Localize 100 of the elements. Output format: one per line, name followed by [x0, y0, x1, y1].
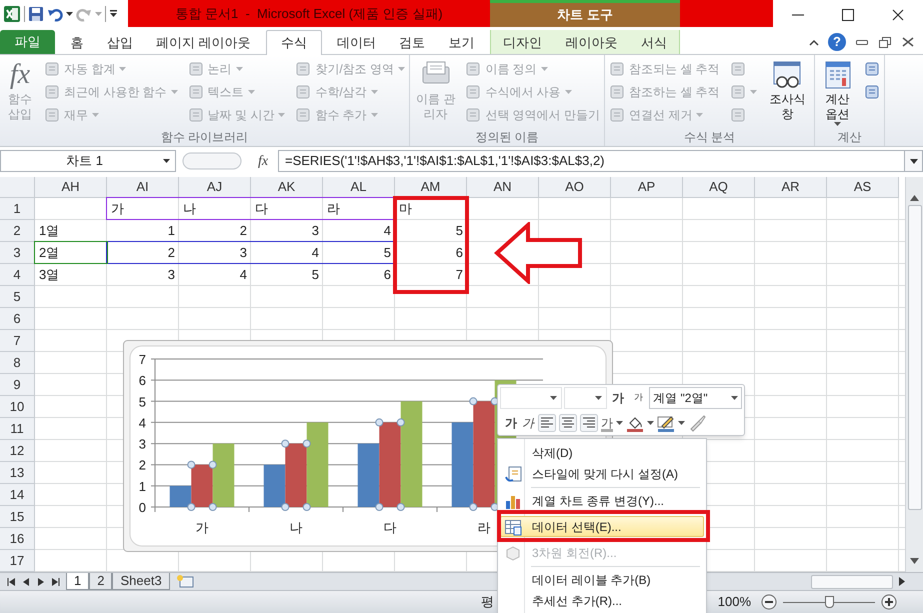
column-header[interactable]: AS	[827, 177, 899, 198]
close-icon[interactable]	[890, 7, 906, 23]
row-header[interactable]: 4	[0, 264, 35, 286]
restore-icon[interactable]	[878, 36, 892, 48]
customize-icon[interactable]	[109, 8, 118, 18]
splitter-handle-icon	[182, 152, 242, 170]
font-size-field[interactable]	[564, 386, 607, 408]
row-header[interactable]: 5	[0, 286, 35, 308]
row-header[interactable]: 8	[0, 352, 35, 374]
previous-sheet-icon[interactable]	[22, 578, 30, 586]
help-button[interactable]: ?	[828, 33, 846, 51]
column-header[interactable]: AH	[35, 177, 107, 198]
bold-button[interactable]: 가	[504, 414, 518, 432]
row-header[interactable]: 12	[0, 440, 35, 462]
collapse-ribbon-icon[interactable]	[809, 38, 819, 46]
last-sheet-icon[interactable]	[50, 578, 60, 586]
menu-item[interactable]: 스타일에 맞게 다시 설정(A)	[500, 463, 704, 484]
brush-icon[interactable]	[688, 414, 706, 432]
next-sheet-icon[interactable]	[36, 578, 44, 586]
series-selector[interactable]: 계열 "2열"	[649, 386, 742, 408]
zoom-out-icon[interactable]	[761, 594, 777, 610]
sheet-tab[interactable]: 1	[66, 573, 90, 590]
zoom-slider[interactable]	[783, 596, 875, 608]
vertical-scrollbar[interactable]	[905, 177, 923, 572]
formula-field[interactable]: =SERIES('1'!$AH$3,'1'!$AI$1:$AL$1,'1'!$AI$3:$AL$3,2)	[278, 150, 905, 172]
row-header[interactable]: 13	[0, 462, 35, 484]
axis-category-label: 다	[384, 520, 396, 535]
ribbon-tab[interactable]: 수식	[266, 30, 322, 55]
file-tab[interactable]: 파일	[0, 30, 55, 54]
row-header[interactable]: 16	[0, 528, 35, 550]
ribbon-tab[interactable]: 서식	[633, 31, 676, 54]
row-header[interactable]: 3	[0, 242, 35, 264]
grow-font-button[interactable]: 가	[608, 388, 628, 406]
menu-item[interactable]: 계열 차트 종류 변경(Y)...	[500, 490, 704, 511]
column-header[interactable]: AJ	[179, 177, 251, 198]
font-name-field[interactable]	[500, 386, 562, 408]
row-header[interactable]: 2	[0, 220, 35, 242]
row-header[interactable]: 14	[0, 484, 35, 506]
column-header[interactable]: AR	[755, 177, 827, 198]
italic-button[interactable]: 가	[521, 414, 535, 432]
ribbon-tab[interactable]: 보기	[440, 31, 482, 54]
context-tab-group-label: 차트 도구	[490, 0, 680, 27]
row-header[interactable]: 11	[0, 418, 35, 440]
menu-item[interactable]: 데이터 선택(E)...	[500, 516, 704, 537]
row-header[interactable]: 7	[0, 330, 35, 352]
caret-icon	[92, 113, 99, 117]
column-header[interactable]: AM	[395, 177, 467, 198]
table-cell: 2열	[39, 244, 60, 261]
minimize-icon[interactable]	[855, 37, 869, 47]
align-right-icon[interactable]	[580, 414, 598, 432]
column-header[interactable]: AO	[539, 177, 611, 198]
row-header[interactable]: 9	[0, 374, 35, 396]
row-header[interactable]: 1	[0, 198, 35, 220]
align-left-icon[interactable]	[538, 414, 556, 432]
table-cell: 3열	[39, 266, 60, 283]
scroll-right-icon[interactable]	[899, 577, 905, 586]
square-icon	[44, 61, 60, 77]
column-header[interactable]: AN	[467, 177, 539, 198]
maximize-icon[interactable]	[840, 7, 856, 23]
ribbon-tab[interactable]: 데이터	[328, 31, 384, 54]
ribbon-tab[interactable]: 페이지 레이아웃	[148, 31, 259, 54]
slider-thumb[interactable]	[825, 596, 834, 608]
first-sheet-icon[interactable]	[6, 578, 16, 586]
scroll-thumb[interactable]	[908, 205, 922, 510]
pen-icon[interactable]	[657, 414, 675, 432]
close-icon[interactable]	[901, 36, 915, 48]
menu-item[interactable]: 삭제(D)	[500, 442, 704, 463]
square-icon	[465, 61, 482, 77]
ribbon-large-command[interactable]: 계산 옵션	[819, 58, 856, 126]
row-header[interactable]: 17	[0, 550, 35, 572]
column-header[interactable]: AP	[611, 177, 683, 198]
ribbon-tab[interactable]: 삽입	[98, 31, 141, 54]
font-color-button[interactable]: 가	[601, 414, 623, 432]
ribbon-large-command[interactable]: 조사식 창	[764, 58, 810, 122]
ribbon-tab[interactable]: 디자인	[494, 31, 550, 54]
name-box[interactable]: 차트 1	[0, 150, 176, 172]
ribbon-tab[interactable]: 홈	[62, 31, 92, 54]
insert-function-button[interactable]: fx	[248, 150, 278, 172]
column-header[interactable]: AI	[107, 177, 179, 198]
menu-item[interactable]: 데이터 레이블 추가(B)	[500, 569, 704, 590]
sheet-tab[interactable]: Sheet3	[112, 573, 170, 590]
square-icon	[44, 84, 60, 100]
axis-tick-label: 0	[138, 500, 146, 515]
row-header[interactable]: 15	[0, 506, 35, 528]
align-center-icon[interactable]	[559, 414, 577, 432]
horizontal-scroll-thumb[interactable]	[811, 574, 893, 588]
expand-icon[interactable]	[910, 158, 918, 164]
column-header[interactable]: AQ	[683, 177, 755, 198]
ribbon-tab[interactable]: 레이아웃	[557, 31, 626, 54]
zoom-in-icon[interactable]	[881, 594, 897, 610]
column-header[interactable]: AL	[323, 177, 395, 198]
ribbon-tab[interactable]: 검토	[391, 31, 434, 54]
shrink-font-button[interactable]: 가	[630, 390, 648, 404]
row-header[interactable]: 10	[0, 396, 35, 418]
sheet-tab[interactable]: 2	[89, 573, 112, 590]
row-header[interactable]: 6	[0, 308, 35, 330]
save-icon[interactable]	[28, 6, 44, 22]
menu-item[interactable]: 추세선 추가(R)...	[500, 590, 704, 611]
zoom-level[interactable]: 100%	[718, 592, 751, 612]
column-header[interactable]: AK	[251, 177, 323, 198]
